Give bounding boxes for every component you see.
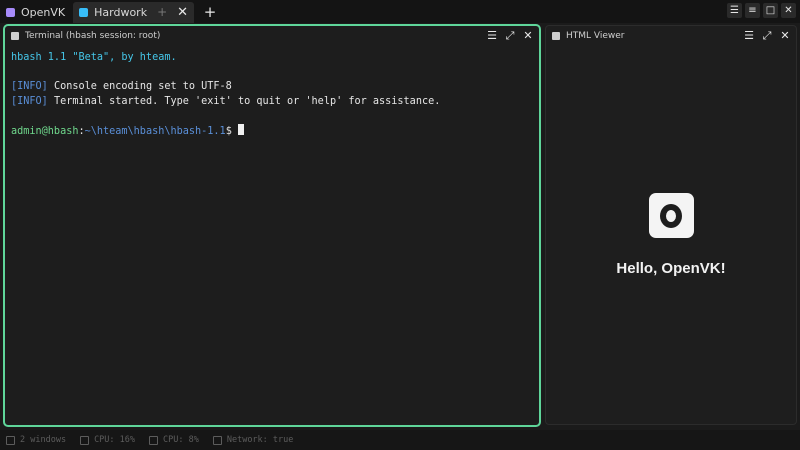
pane-icon	[552, 31, 560, 40]
terminal-header: Terminal (hbash session: root) ☰ ⤢ ✕	[5, 26, 539, 45]
status-cpu-secondary: CPU: 8%	[149, 435, 199, 445]
viewer-heading: Hello, OpenVK!	[616, 260, 726, 277]
terminal-pane[interactable]: Terminal (hbash session: root) ☰ ⤢ ✕ hba…	[3, 24, 541, 427]
cpu-icon	[149, 435, 159, 445]
new-tab-button[interactable]: +	[202, 3, 218, 21]
openvk-logo-icon	[648, 193, 694, 238]
html-viewer-pane[interactable]: HTML Viewer ☰ ⤢ ✕ Hello, OpenVK!	[545, 25, 797, 425]
tab-label: OpenVK	[21, 5, 66, 19]
expand-icon[interactable]: ⤢	[762, 29, 772, 43]
maximize-icon[interactable]: □	[763, 3, 778, 18]
tab-bar: OpenVK Hardwork + ✕ + ☰ ≡ □ ✕	[0, 0, 800, 23]
tab-hardwork[interactable]: Hardwork + ✕	[73, 1, 195, 23]
terminal-title: Terminal (hbash session: root)	[25, 30, 161, 41]
prompt-line[interactable]: admin@hbash:~\hteam\hbash\hbash-1.1$	[11, 123, 533, 139]
status-network: Network: true	[212, 435, 293, 445]
text-cursor	[237, 123, 244, 135]
info-tag: [INFO]	[11, 81, 48, 92]
list-icon[interactable]: ≡	[745, 3, 760, 18]
network-icon	[212, 435, 222, 445]
expand-icon[interactable]: ⤢	[505, 29, 515, 43]
log-line: [INFO] Console encoding set to UTF-8	[11, 80, 533, 95]
app-icon	[79, 7, 89, 17]
windows-icon	[6, 435, 15, 445]
terminal-output[interactable]: hbash 1.1 "Beta", by hteam. [INFO] Conso…	[5, 45, 539, 144]
pin-icon[interactable]: +	[157, 5, 167, 19]
menu-icon[interactable]: ☰	[744, 29, 754, 42]
log-line: [INFO] Terminal started. Type 'exit' to …	[11, 95, 533, 110]
log-text: Terminal started. Type 'exit' to quit or…	[47, 95, 441, 107]
close-icon[interactable]: ✕	[781, 3, 796, 18]
log-text: Console encoding set to UTF-8	[47, 81, 232, 92]
terminal-banner: hbash 1.1 "Beta", by hteam.	[11, 52, 177, 63]
cpu-icon	[80, 435, 90, 445]
pane-icon	[11, 31, 19, 40]
viewer-header: HTML Viewer ☰ ⤢ ✕	[546, 26, 796, 45]
prompt-user: admin@hbash	[11, 125, 79, 137]
close-icon[interactable]: ✕	[523, 29, 533, 42]
app-icon	[6, 7, 15, 17]
tab-openvk[interactable]: OpenVK	[0, 2, 71, 23]
menu-icon[interactable]: ☰	[727, 3, 742, 18]
prompt-end: $	[225, 125, 238, 137]
close-tab-icon[interactable]: ✕	[177, 5, 188, 20]
info-tag: [INFO]	[11, 95, 48, 107]
status-bar: 2 windows CPU: 16% CPU: 8% Network: true	[0, 430, 800, 450]
status-cpu: CPU: 16%	[80, 435, 135, 445]
menu-icon[interactable]: ☰	[487, 29, 497, 42]
viewer-content: Hello, OpenVK!	[546, 46, 796, 424]
tab-label: Hardwork	[94, 5, 148, 19]
close-icon[interactable]: ✕	[780, 29, 790, 42]
status-windows: 2 windows	[6, 435, 66, 445]
prompt-path: ~\hteam\hbash\hbash-1.1	[84, 125, 226, 137]
viewer-title: HTML Viewer	[566, 30, 625, 41]
